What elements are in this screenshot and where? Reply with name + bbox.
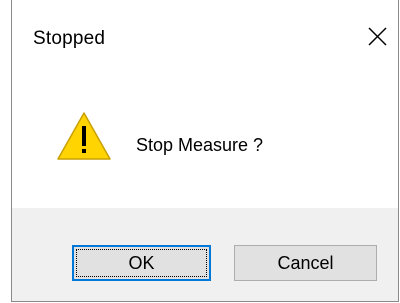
cancel-button-label: Cancel [277, 253, 334, 273]
button-bar: OK Cancel [12, 208, 398, 301]
dialog-content: Stop Measure ? [12, 82, 398, 208]
title-bar: Stopped [12, 0, 398, 82]
dialog-message: Stop Measure ? [136, 135, 264, 155]
ok-button[interactable]: OK [72, 245, 211, 281]
cancel-button[interactable]: Cancel [234, 245, 377, 281]
stopped-dialog: Stopped Stop Measure ? OK Cancel [11, 0, 399, 302]
warning-icon [57, 112, 111, 160]
close-button[interactable] [356, 18, 398, 56]
dialog-title: Stopped [33, 28, 106, 49]
ok-button-label: OK [128, 253, 155, 273]
close-icon [368, 27, 387, 46]
